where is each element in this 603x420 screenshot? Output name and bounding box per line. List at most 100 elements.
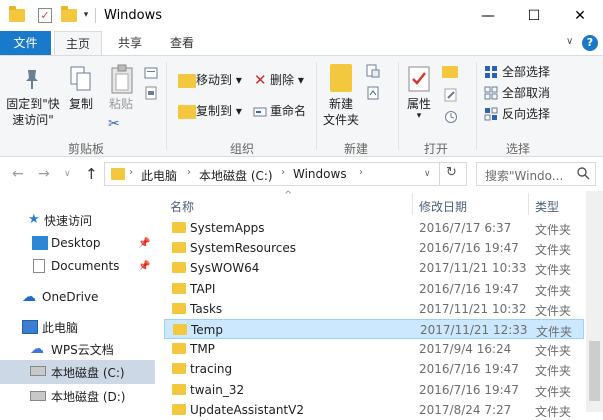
cut-icon[interactable]: ✂ xyxy=(108,116,120,132)
file-row-tracing[interactable]: tracing 2016/7/16 19:47 文件夹 xyxy=(164,359,584,379)
refresh-icon[interactable]: ↻ xyxy=(446,165,457,180)
title-separator xyxy=(95,8,96,23)
file-row-temp[interactable]: Temp 2017/11/21 12:33 文件夹 xyxy=(164,319,584,339)
edit-icon[interactable] xyxy=(444,88,458,102)
pin-to-quick-access-button[interactable]: 固定到"快 速访问" xyxy=(4,96,62,128)
nav-item-wps-cloud[interactable]: ☁ WPS云文档 xyxy=(0,337,155,361)
drive-icon xyxy=(30,366,46,376)
address-bar[interactable]: › 此电脑 › 本地磁盘 (C:) › Windows › ∨ ↻ xyxy=(104,162,467,186)
file-date: 2017/11/21 10:32 xyxy=(419,301,527,316)
open-icon[interactable] xyxy=(442,66,458,78)
move-to-icon xyxy=(178,74,196,88)
title-bar: ✓ ▾ Windows — ☐ ✕ xyxy=(0,0,603,31)
close-button[interactable]: ✕ xyxy=(557,0,603,31)
address-folder-icon xyxy=(111,168,125,180)
nav-item-onedrive[interactable]: ☁ OneDrive xyxy=(0,285,155,309)
minimize-button[interactable]: — xyxy=(465,0,511,31)
history-icon[interactable] xyxy=(444,110,458,124)
file-date: 2017/11/21 10:33 xyxy=(419,261,527,276)
nav-item-local-disk-d[interactable]: 本地磁盘 (D:) xyxy=(0,384,155,408)
file-name: Tasks xyxy=(190,301,223,316)
folder-icon xyxy=(172,282,186,294)
breadcrumb-this-pc[interactable]: 此电脑 xyxy=(141,167,177,184)
group-separator xyxy=(316,62,317,150)
new-item-icon[interactable] xyxy=(366,64,380,78)
properties-button[interactable]: 属性 ▾ xyxy=(402,96,436,121)
pin-icon xyxy=(26,70,38,89)
move-to-button[interactable]: 移动到 ▾ xyxy=(196,72,242,88)
forward-arrow-icon[interactable]: → xyxy=(38,166,50,182)
column-date-modified[interactable]: 修改日期 xyxy=(419,198,467,215)
breadcrumb-local-disk-c[interactable]: 本地磁盘 (C:) xyxy=(199,167,273,184)
nav-item-local-disk-c[interactable]: 本地磁盘 (C:) xyxy=(0,360,155,384)
copy-button[interactable]: 复制 xyxy=(64,96,98,112)
chevron-right-icon[interactable]: › xyxy=(359,167,363,178)
file-row-syswow64[interactable]: SysWOW64 2017/11/21 10:33 文件夹 xyxy=(164,258,584,278)
pin-label-line1: 固定到"快 xyxy=(6,97,60,111)
file-name: Temp xyxy=(191,323,223,337)
up-arrow-icon[interactable]: ↑ xyxy=(85,165,98,183)
folder-icon[interactable] xyxy=(8,5,26,24)
paste-icon xyxy=(111,64,133,94)
tab-file[interactable]: 文件 xyxy=(0,31,51,55)
file-row-tapi[interactable]: TAPI 2016/7/16 19:47 文件夹 xyxy=(164,279,584,299)
file-type: 文件夹 xyxy=(535,344,572,359)
chevron-right-icon[interactable]: › xyxy=(187,167,191,178)
paste-shortcut-icon[interactable] xyxy=(144,86,158,100)
vertical-scrollbar[interactable] xyxy=(586,191,603,412)
file-row-systemresources[interactable]: SystemResources 2016/7/16 19:47 文件夹 xyxy=(164,238,584,258)
pin-label-line2: 速访问" xyxy=(12,113,54,127)
file-row-twain-32[interactable]: twain_32 2016/7/16 19:47 文件夹 xyxy=(164,380,584,400)
chevron-right-icon[interactable]: › xyxy=(281,167,285,178)
new-folder-icon[interactable] xyxy=(60,5,78,24)
tab-share[interactable]: 共享 xyxy=(108,31,152,55)
breadcrumb-windows[interactable]: Windows xyxy=(293,167,347,181)
select-none-button[interactable]: 全部取消 xyxy=(502,85,550,101)
navigation-bar: ← → ∨ ↑ › 此电脑 › 本地磁盘 (C:) › Windows › ∨ … xyxy=(0,157,603,191)
new-folder-button[interactable]: 新建 文件夹 xyxy=(318,96,364,128)
ribbon-collapse-chevron-icon[interactable]: ∨ xyxy=(566,36,573,47)
search-box[interactable]: 搜索"Windo... xyxy=(476,162,596,186)
file-row-updateassistantv2[interactable]: UpdateAssistantV2 2017/8/24 7:27 文件夹 xyxy=(164,400,584,420)
file-row-tasks[interactable]: Tasks 2017/11/21 10:32 文件夹 xyxy=(164,299,584,319)
file-type: 文件夹 xyxy=(535,384,572,399)
chevron-right-icon[interactable]: › xyxy=(129,167,133,178)
copy-to-button[interactable]: 复制到 ▾ xyxy=(196,103,242,119)
paste-button[interactable]: 粘贴 xyxy=(104,96,138,112)
group-separator xyxy=(476,62,477,150)
quick-access-dropdown-icon[interactable]: ▾ xyxy=(80,6,92,24)
help-icon[interactable]: ? xyxy=(582,35,598,51)
easy-access-icon[interactable] xyxy=(366,86,380,100)
properties-check-icon[interactable]: ✓ xyxy=(36,6,54,24)
tab-view[interactable]: 查看 xyxy=(160,31,204,55)
nav-item-documents[interactable]: Documents 📌 xyxy=(0,254,155,278)
properties-icon xyxy=(408,66,430,92)
address-history-dropdown-icon[interactable]: ∨ xyxy=(424,169,431,179)
copy-icon xyxy=(70,66,91,91)
copy-path-icon[interactable] xyxy=(144,66,158,80)
delete-button[interactable]: 删除 ▾ xyxy=(270,72,304,88)
invert-selection-button[interactable]: 反向选择 xyxy=(502,106,550,122)
file-name: twain_32 xyxy=(190,382,245,397)
organize-group-label: 组织 xyxy=(229,142,254,156)
file-row-systemapps[interactable]: SystemApps 2016/7/17 6:37 文件夹 xyxy=(164,218,584,238)
select-all-button[interactable]: 全部选择 xyxy=(502,64,550,80)
file-row-tmp[interactable]: TMP 2017/9/4 16:24 文件夹 xyxy=(164,339,584,359)
tab-home[interactable]: 主页 xyxy=(54,31,102,56)
scrollbar-thumb[interactable] xyxy=(589,341,600,401)
desktop-icon xyxy=(32,236,48,250)
folder-icon xyxy=(172,343,186,355)
file-name: TAPI xyxy=(190,281,216,296)
nav-item-desktop[interactable]: Desktop 📌 xyxy=(0,231,155,255)
open-group-label: 打开 xyxy=(423,142,448,156)
maximize-button[interactable]: ☐ xyxy=(511,0,557,31)
search-icon[interactable] xyxy=(576,166,590,180)
column-type[interactable]: 类型 xyxy=(535,198,559,215)
back-arrow-icon[interactable]: ← xyxy=(12,166,24,182)
recent-locations-chevron-icon[interactable]: ∨ xyxy=(64,169,71,179)
nav-item-this-pc[interactable]: 此电脑 xyxy=(0,315,155,339)
search-input[interactable]: 搜索"Windo... xyxy=(485,167,571,184)
nav-item-quick-access[interactable]: ★ 快速访问 xyxy=(0,208,155,232)
rename-button[interactable]: 重命名 xyxy=(270,103,306,119)
column-name[interactable]: 名称 xyxy=(170,198,194,215)
